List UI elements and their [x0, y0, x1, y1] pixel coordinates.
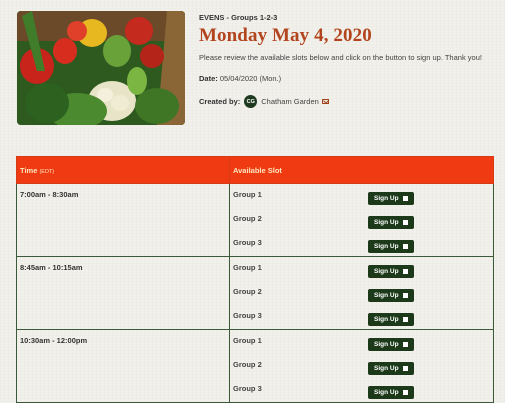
sign-up-label: Sign Up	[374, 219, 399, 226]
event-details: EVENS - Groups 1-2-3 Monday May 4, 2020 …	[199, 13, 494, 108]
sign-up-button[interactable]: Sign Up	[368, 265, 414, 278]
date-value: 05/04/2020 (Mon.)	[219, 74, 282, 83]
time-header-label: Time	[20, 165, 38, 175]
sign-up-button[interactable]: Sign Up	[368, 289, 414, 302]
checkbox-icon	[402, 390, 408, 395]
slot-row: Group 3 Sign Up	[230, 232, 493, 256]
slots-cell: Group 1 Sign Up Group 2 Sign Up Group 3 …	[229, 329, 494, 403]
creator-avatar: CG	[244, 95, 258, 108]
sign-up-label: Sign Up	[374, 243, 399, 250]
slots-cell: Group 1 Sign Up Group 2 Sign Up Group 3 …	[229, 183, 494, 257]
sign-up-button[interactable]: Sign Up	[368, 362, 414, 375]
table-row: 8:45am - 10:15am Group 1 Sign Up Group 2…	[16, 256, 494, 330]
creator-name[interactable]: Chatham Garden	[261, 97, 319, 106]
checkbox-icon	[402, 220, 408, 225]
timezone-label: (EDT)	[39, 168, 55, 175]
sign-up-button[interactable]: Sign Up	[368, 313, 414, 326]
vegetable-basket-image	[17, 11, 185, 125]
slot-row: Group 1 Sign Up	[230, 330, 493, 354]
slot-label: Group 2	[233, 360, 262, 369]
sign-up-label: Sign Up	[374, 195, 399, 202]
slot-label: Group 3	[233, 384, 262, 393]
slot-label: Group 2	[233, 287, 262, 296]
slot-row: Group 2 Sign Up	[230, 208, 493, 232]
time-column-header: Time (EDT)	[16, 156, 230, 184]
event-description: Please review the available slots below …	[199, 53, 482, 62]
sign-up-label: Sign Up	[374, 341, 399, 348]
event-date: Date: 05/04/2020 (Mon.)	[199, 74, 494, 83]
sign-up-button[interactable]: Sign Up	[368, 386, 414, 399]
sign-up-label: Sign Up	[374, 389, 399, 396]
created-by-label: Created by:	[199, 97, 241, 106]
sign-up-label: Sign Up	[374, 365, 399, 372]
checkbox-icon	[402, 196, 408, 201]
slot-label: Group 3	[233, 311, 262, 320]
sign-up-button[interactable]: Sign Up	[368, 216, 414, 229]
slot-label: Group 1	[233, 263, 262, 272]
time-cell: 8:45am - 10:15am	[16, 256, 230, 330]
slot-row: Group 2 Sign Up	[230, 281, 493, 305]
sign-up-button[interactable]: Sign Up	[368, 338, 414, 351]
sign-up-label: Sign Up	[374, 268, 399, 275]
time-cell: 7:00am - 8:30am	[16, 183, 230, 257]
checkbox-icon	[402, 293, 408, 298]
slot-row: Group 3 Sign Up	[230, 378, 493, 402]
sign-up-label: Sign Up	[374, 292, 399, 299]
slot-column-header: Available Slot	[229, 156, 494, 184]
sign-up-button[interactable]: Sign Up	[368, 240, 414, 253]
slot-row: Group 2 Sign Up	[230, 354, 493, 378]
slots-cell: Group 1 Sign Up Group 2 Sign Up Group 3 …	[229, 256, 494, 330]
sign-up-label: Sign Up	[374, 316, 399, 323]
signup-slots-table: Time (EDT) Available Slot 7:00am - 8:30a…	[16, 156, 494, 403]
time-cell: 10:30am - 12:00pm	[16, 329, 230, 403]
checkbox-icon	[402, 342, 408, 347]
checkbox-icon	[402, 244, 408, 249]
slot-row: Group 1 Sign Up	[230, 184, 493, 208]
created-by: Created by: CG Chatham Garden	[199, 95, 494, 108]
checkbox-icon	[402, 366, 408, 371]
sign-up-button[interactable]: Sign Up	[368, 192, 414, 205]
slot-label: Group 1	[233, 190, 262, 199]
table-row: 10:30am - 12:00pm Group 1 Sign Up Group …	[16, 329, 494, 403]
slot-label: Group 1	[233, 336, 262, 345]
slot-row: Group 3 Sign Up	[230, 305, 493, 329]
slot-row: Group 1 Sign Up	[230, 257, 493, 281]
slot-label: Group 2	[233, 214, 262, 223]
event-title: Monday May 4, 2020	[199, 25, 372, 46]
envelope-icon[interactable]	[321, 99, 329, 104]
event-subtitle: EVENS - Groups 1-2-3	[199, 13, 278, 22]
checkbox-icon	[402, 317, 408, 322]
table-row: 7:00am - 8:30am Group 1 Sign Up Group 2 …	[16, 183, 494, 257]
slot-label: Group 3	[233, 238, 262, 247]
date-label: Date:	[199, 74, 218, 83]
checkbox-icon	[402, 269, 408, 274]
